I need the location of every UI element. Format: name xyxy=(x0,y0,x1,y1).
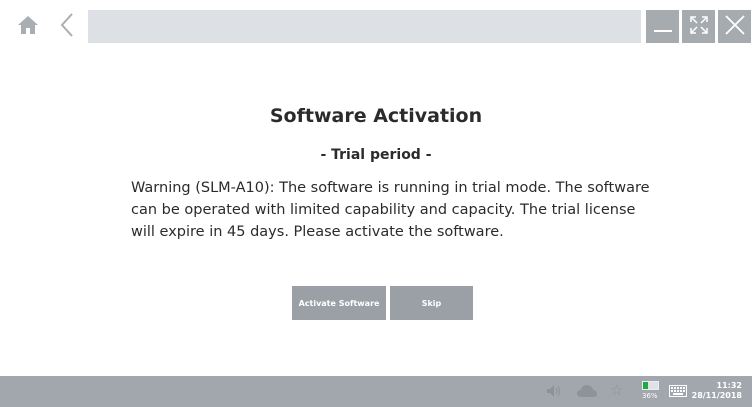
sound-icon[interactable] xyxy=(546,384,562,398)
battery-fill xyxy=(643,382,649,389)
close-button[interactable] xyxy=(718,10,751,43)
minimize-button[interactable] xyxy=(646,10,679,43)
activation-panel: Software Activation - Trial period - War… xyxy=(0,50,752,376)
chevron-left-icon xyxy=(59,12,75,42)
page-title: Software Activation xyxy=(269,105,483,127)
battery-percent: 36% xyxy=(642,392,658,400)
minimize-icon xyxy=(653,15,673,39)
home-button[interactable] xyxy=(12,11,44,43)
battery-icon xyxy=(642,381,659,390)
clock-date: 28/11/2018 xyxy=(691,391,742,400)
battery-indicator[interactable]: 36% xyxy=(642,381,660,400)
page-subtitle: - Trial period - xyxy=(320,147,432,163)
cloud-icon[interactable] xyxy=(576,384,598,398)
keyboard-icon[interactable] xyxy=(669,385,687,397)
system-clock[interactable]: 11:32 28/11/2018 xyxy=(692,381,742,400)
close-icon xyxy=(724,14,746,40)
taskbar: ☆ 36% 11:32 28/11/2018 xyxy=(0,376,752,407)
top-toolbar xyxy=(0,0,752,50)
star-icon[interactable]: ☆ xyxy=(610,381,623,399)
maximize-icon xyxy=(688,14,710,40)
back-button[interactable] xyxy=(51,11,83,43)
skip-button[interactable]: Skip xyxy=(390,286,473,320)
warning-message: Warning (SLM-A10): The software is runni… xyxy=(131,180,650,240)
activate-software-button[interactable]: Activate Software xyxy=(292,286,386,320)
home-icon xyxy=(17,15,39,39)
address-bar[interactable] xyxy=(88,10,641,43)
clock-time: 11:32 xyxy=(716,381,742,390)
maximize-button[interactable] xyxy=(682,10,715,43)
